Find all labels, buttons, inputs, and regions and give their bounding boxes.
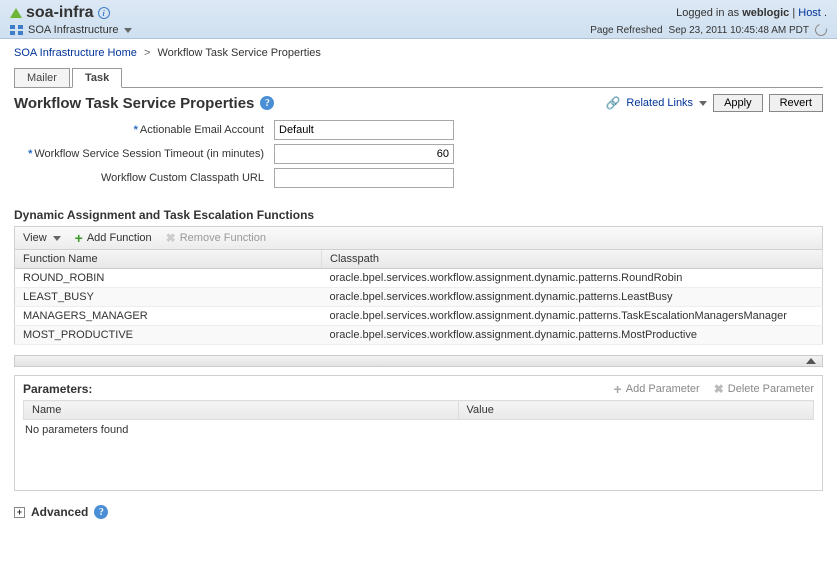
splitter-bar[interactable]	[14, 355, 823, 367]
breadcrumb-home[interactable]: SOA Infrastructure Home	[14, 47, 137, 59]
page-head: Workflow Task Service Properties ? 🔗 Rel…	[0, 88, 837, 116]
delete-parameter-label: Delete Parameter	[728, 383, 814, 395]
collapse-up-icon[interactable]	[806, 358, 816, 364]
soa-infra-menu[interactable]: SOA Infrastructure	[28, 24, 132, 36]
tab-mailer[interactable]: Mailer	[14, 68, 70, 87]
help-icon[interactable]: ?	[94, 505, 108, 519]
table-row[interactable]: MANAGERS_MANAGERoracle.bpel.services.wor…	[15, 307, 823, 326]
page-title: Workflow Task Service Properties	[14, 95, 254, 112]
delete-parameter-button: ✖ Delete Parameter	[714, 382, 814, 396]
view-menu[interactable]: View	[23, 232, 61, 244]
remove-function-button: ✖ Remove Function	[166, 231, 266, 245]
cell-classpath: oracle.bpel.services.workflow.assignment…	[322, 288, 823, 307]
related-links-menu[interactable]: Related Links	[626, 97, 707, 109]
functions-toolbar: View + Add Function ✖ Remove Function	[14, 226, 823, 250]
related-links-label: Related Links	[626, 97, 693, 109]
x-icon: ✖	[166, 231, 176, 245]
host-link[interactable]: Host	[798, 7, 821, 19]
breadcrumb-sep: >	[144, 47, 150, 59]
page-title-row: Workflow Task Service Properties ?	[14, 95, 274, 112]
cluster-icon	[10, 25, 24, 35]
table-row[interactable]: ROUND_ROBINoracle.bpel.services.workflow…	[15, 269, 823, 288]
custom-classpath-label: Workflow Custom Classpath URL	[14, 172, 274, 184]
refresh-prefix: Page Refreshed	[590, 25, 662, 36]
link-icon: 🔗	[605, 96, 620, 110]
col-param-value[interactable]: Value	[458, 401, 814, 420]
session-timeout-label: *Workflow Service Session Timeout (in mi…	[14, 148, 274, 160]
help-icon[interactable]: ?	[260, 96, 274, 110]
host-suffix: .	[824, 7, 827, 19]
col-param-name[interactable]: Name	[24, 401, 459, 420]
plus-icon: +	[614, 384, 622, 394]
advanced-label: Advanced	[31, 505, 88, 519]
chevron-down-icon	[53, 236, 61, 241]
login-user: weblogic	[742, 7, 789, 19]
functions-table: Function Name Classpath ROUND_ROBINoracl…	[14, 250, 823, 345]
chevron-down-icon	[124, 28, 132, 33]
add-function-button[interactable]: + Add Function	[75, 232, 152, 244]
info-icon[interactable]: i	[98, 7, 110, 19]
plus-icon: +	[75, 233, 83, 243]
cell-function-name: ROUND_ROBIN	[15, 269, 322, 288]
view-label: View	[23, 232, 47, 244]
email-account-input[interactable]	[274, 120, 454, 140]
page-header: soa-infra i Logged in as weblogic | Host…	[0, 0, 837, 39]
expand-icon[interactable]: +	[14, 507, 25, 518]
parameters-table: Name Value	[23, 400, 814, 420]
email-account-label: *Actionable Email Account	[14, 124, 274, 136]
session-timeout-input[interactable]	[274, 144, 454, 164]
x-icon: ✖	[714, 382, 724, 396]
revert-button[interactable]: Revert	[769, 94, 823, 112]
parameters-empty: No parameters found	[23, 420, 814, 490]
remove-function-label: Remove Function	[180, 232, 266, 244]
tab-task[interactable]: Task	[72, 68, 122, 88]
cell-function-name: LEAST_BUSY	[15, 288, 322, 307]
cell-classpath: oracle.bpel.services.workflow.assignment…	[322, 269, 823, 288]
custom-classpath-input[interactable]	[274, 168, 454, 188]
add-parameter-button: + Add Parameter	[614, 382, 700, 396]
chevron-down-icon	[699, 101, 707, 106]
status-up-icon	[10, 8, 22, 18]
cell-function-name: MANAGERS_MANAGER	[15, 307, 322, 326]
refresh-timestamp: Sep 23, 2011 10:45:48 AM PDT	[669, 25, 809, 36]
add-parameter-label: Add Parameter	[626, 383, 700, 395]
cell-classpath: oracle.bpel.services.workflow.assignment…	[322, 307, 823, 326]
col-function-name[interactable]: Function Name	[15, 250, 322, 269]
table-row[interactable]: MOST_PRODUCTIVEoracle.bpel.services.work…	[15, 326, 823, 345]
app-title: soa-infra	[26, 4, 94, 22]
tab-bar: Mailer Task	[0, 67, 837, 88]
form-area: *Actionable Email Account *Workflow Serv…	[0, 120, 837, 200]
cell-classpath: oracle.bpel.services.workflow.assignment…	[322, 326, 823, 345]
add-function-label: Add Function	[87, 232, 152, 244]
breadcrumb-current: Workflow Task Service Properties	[157, 47, 320, 59]
parameters-title: Parameters:	[23, 382, 92, 396]
advanced-section[interactable]: + Advanced ?	[0, 491, 837, 527]
subtitle-label: SOA Infrastructure	[28, 24, 118, 36]
table-row[interactable]: LEAST_BUSYoracle.bpel.services.workflow.…	[15, 288, 823, 307]
breadcrumb: SOA Infrastructure Home > Workflow Task …	[0, 39, 837, 67]
functions-section-title: Dynamic Assignment and Task Escalation F…	[0, 200, 837, 226]
apply-button[interactable]: Apply	[713, 94, 763, 112]
cell-function-name: MOST_PRODUCTIVE	[15, 326, 322, 345]
col-classpath[interactable]: Classpath	[322, 250, 823, 269]
login-sep: |	[792, 7, 795, 19]
parameters-panel: Parameters: + Add Parameter ✖ Delete Par…	[14, 375, 823, 491]
login-status: Logged in as weblogic | Host .	[676, 7, 827, 19]
login-prefix: Logged in as	[676, 7, 742, 19]
refresh-icon[interactable]	[813, 22, 829, 38]
